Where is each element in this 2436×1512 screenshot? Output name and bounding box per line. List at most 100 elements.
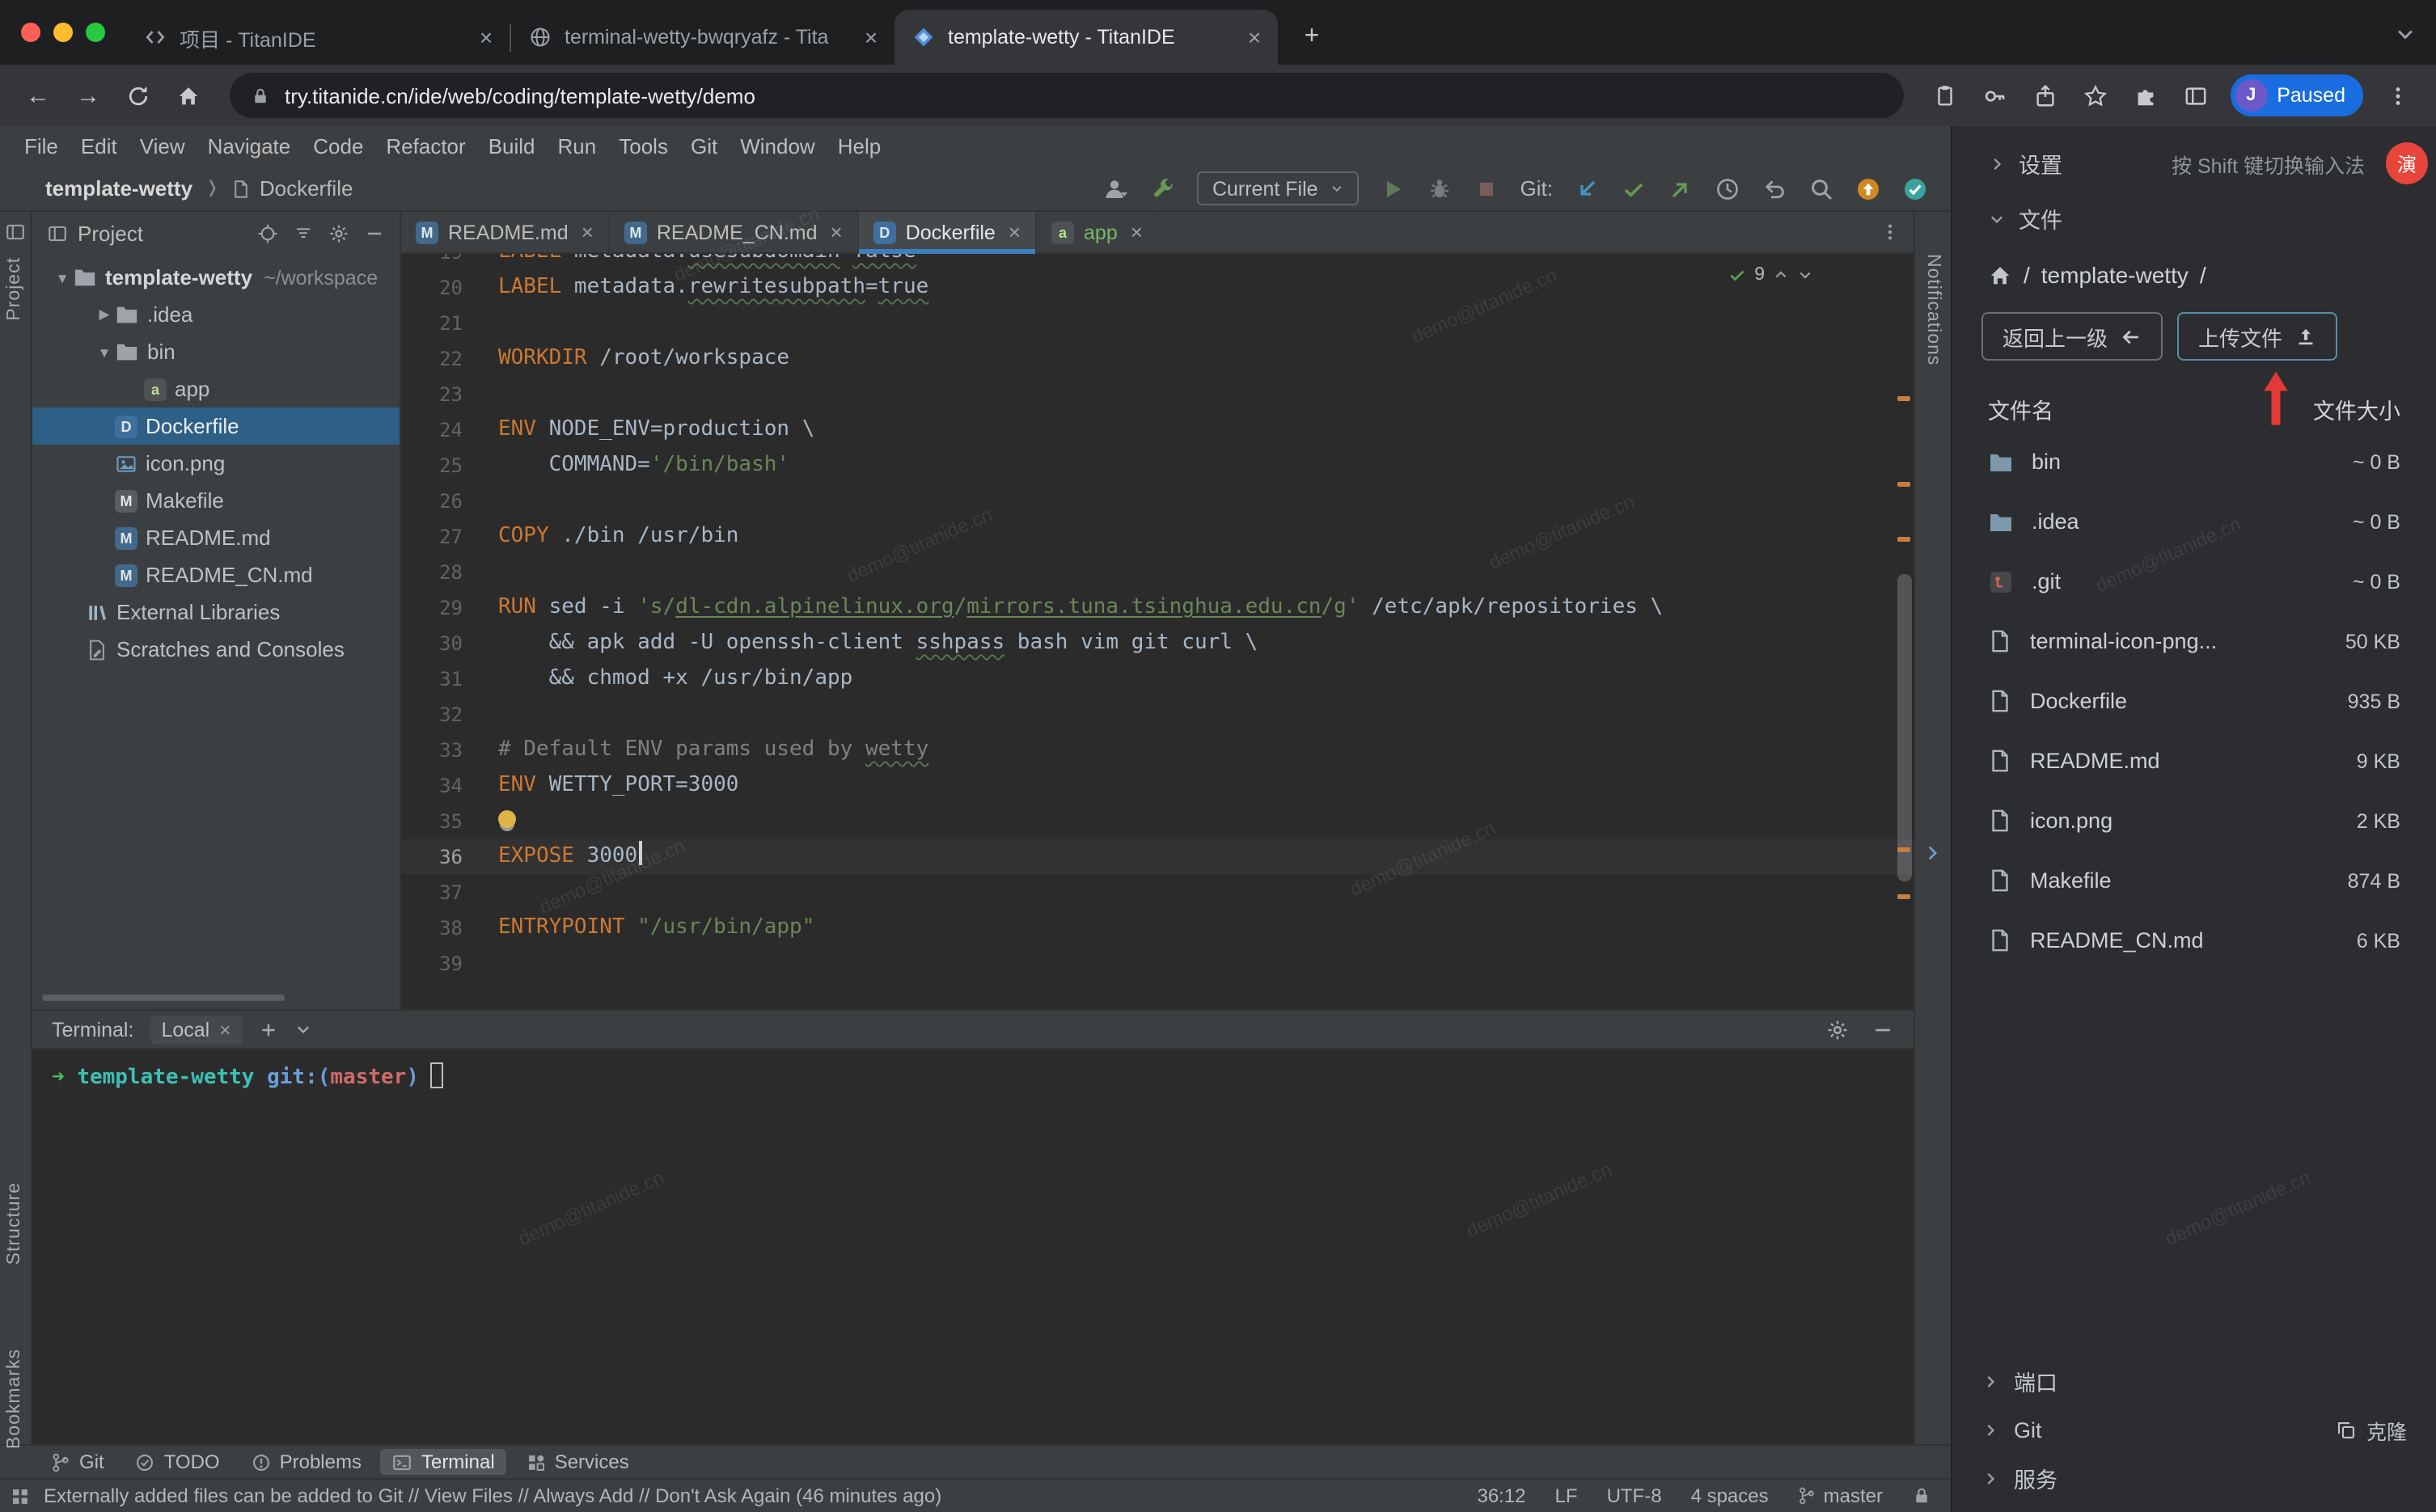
line-separator[interactable]: LF bbox=[1555, 1485, 1578, 1507]
inspections-widget[interactable]: 9 bbox=[1727, 265, 1813, 285]
code-area[interactable]: 19LABEL metadata.usesubdomain=false 20 LAB… bbox=[401, 254, 1914, 1009]
stripe-mark[interactable] bbox=[1897, 894, 1910, 899]
tree-item-readme-md[interactable]: M README.md bbox=[32, 519, 400, 556]
reload-button[interactable] bbox=[116, 74, 160, 117]
path-project[interactable]: template-wetty bbox=[2041, 262, 2189, 288]
breadcrumb-file[interactable]: Dockerfile bbox=[232, 176, 353, 201]
close-tab-button[interactable]: × bbox=[1241, 23, 1268, 51]
editor-tabs-more-icon[interactable] bbox=[1880, 222, 1901, 243]
file-row-bin[interactable]: bin ~ 0 B bbox=[1952, 432, 2436, 492]
terminal-settings-button[interactable] bbox=[1826, 1018, 1849, 1041]
project-stripe-icon[interactable] bbox=[5, 222, 26, 243]
tree-item-dockerfile[interactable]: D Dockerfile bbox=[32, 408, 400, 445]
terminal-output[interactable]: ➜ template-wetty git:(master) bbox=[32, 1050, 1914, 1444]
section-git[interactable]: Git 克隆 bbox=[1952, 1405, 2436, 1454]
code-line[interactable]: 26 bbox=[401, 484, 1914, 519]
close-editor-tab-icon[interactable]: × bbox=[1009, 220, 1021, 244]
update-available-button[interactable] bbox=[1855, 175, 1881, 201]
menu-run[interactable]: Run bbox=[547, 129, 608, 163]
tree-item-bin[interactable]: ▼ bin bbox=[32, 333, 400, 370]
profile-chip[interactable]: J Paused bbox=[2230, 74, 2363, 116]
expand-toolwindow-chevron[interactable] bbox=[1922, 843, 1943, 864]
toolwindow-switcher-icon[interactable] bbox=[10, 1485, 31, 1506]
code-line[interactable]: 31 && chmod +x /usr/bin/app bbox=[401, 661, 1914, 697]
file-row--git[interactable]: .git ~ 0 B bbox=[1952, 551, 2436, 611]
menu-navigate[interactable]: Navigate bbox=[197, 129, 302, 163]
code-line[interactable]: 23 bbox=[401, 377, 1914, 412]
menu-help[interactable]: Help bbox=[827, 129, 893, 163]
debug-button[interactable] bbox=[1427, 175, 1453, 201]
new-tab-button[interactable]: + bbox=[1291, 16, 1333, 58]
menu-refactor[interactable]: Refactor bbox=[374, 129, 476, 163]
go-up-button[interactable]: 返回上一级 bbox=[1981, 312, 2163, 361]
tree-item-app[interactable]: a app bbox=[32, 370, 400, 408]
status-link[interactable]: Don't Ask Again bbox=[655, 1485, 790, 1507]
code-line[interactable]: 20 LABEL metadata.rewritesubpath=true bbox=[401, 270, 1914, 306]
password-key-button[interactable] bbox=[1973, 74, 2016, 117]
tree-item-template-wetty[interactable]: ▼ template-wetty ~/workspace bbox=[32, 259, 400, 296]
menu-window[interactable]: Window bbox=[729, 129, 827, 163]
tree-item-external-libraries[interactable]: External Libraries bbox=[32, 593, 400, 631]
side-panel-button[interactable] bbox=[2173, 74, 2217, 117]
tab-search-button[interactable] bbox=[2394, 23, 2417, 45]
menu-file[interactable]: File bbox=[13, 129, 70, 163]
readonly-lock[interactable] bbox=[1912, 1486, 1931, 1506]
file-row-dockerfile[interactable]: Dockerfile 935 B bbox=[1952, 671, 2436, 731]
code-line[interactable]: 22 WORKDIR /root/workspace bbox=[401, 341, 1914, 377]
menu-code[interactable]: Code bbox=[302, 129, 374, 163]
intention-bulb-icon[interactable] bbox=[498, 810, 516, 828]
code-line[interactable]: 24 ENV NODE_ENV=production \ bbox=[401, 412, 1914, 448]
stripe-project-button[interactable]: Project bbox=[5, 257, 24, 321]
stop-button[interactable] bbox=[1474, 175, 1499, 201]
caret-position[interactable]: 36:12 bbox=[1477, 1485, 1525, 1507]
stripe-notifications-button[interactable]: Notifications bbox=[1923, 254, 1943, 365]
home-icon[interactable] bbox=[1988, 263, 2012, 287]
stripe-mark[interactable] bbox=[1897, 847, 1910, 852]
collapse-all-button[interactable] bbox=[293, 222, 314, 243]
toolwindow-button-terminal[interactable]: Terminal bbox=[380, 1449, 506, 1475]
code-line[interactable]: 39 bbox=[401, 946, 1914, 982]
menu-edit[interactable]: Edit bbox=[70, 129, 129, 163]
tree-item-readme-cn-md[interactable]: M README_CN.md bbox=[32, 556, 400, 593]
tree-item-makefile[interactable]: M Makefile bbox=[32, 482, 400, 519]
undo-button[interactable] bbox=[1761, 175, 1787, 201]
code-line[interactable]: 35 bbox=[401, 804, 1914, 839]
run-button[interactable] bbox=[1380, 175, 1406, 201]
code-line[interactable]: 37 bbox=[401, 875, 1914, 910]
browser-tab[interactable]: terminal-wetty-bwqryafz - Tita × bbox=[511, 10, 894, 65]
upload-file-button[interactable]: 上传文件 bbox=[2177, 312, 2338, 361]
stripe-mark[interactable] bbox=[1897, 537, 1910, 542]
browser-tab[interactable]: 项目 - TitanIDE × bbox=[126, 10, 510, 65]
stripe-bookmarks-button[interactable]: Bookmarks bbox=[5, 1349, 24, 1449]
close-terminal-tab-icon[interactable]: × bbox=[219, 1018, 230, 1041]
file-row-terminal-icon-png-[interactable]: terminal-icon-png... 50 KB bbox=[1952, 611, 2436, 671]
browser-menu-button[interactable] bbox=[2376, 74, 2420, 117]
tree-item-icon-png[interactable]: icon.png bbox=[32, 445, 400, 482]
toolwindow-button-todo[interactable]: TODO bbox=[124, 1449, 231, 1475]
section-端口[interactable]: 端口 bbox=[1952, 1357, 2436, 1405]
code-line[interactable]: 21 bbox=[401, 306, 1914, 341]
minimize-window-button[interactable] bbox=[53, 23, 73, 42]
breadcrumb-project[interactable]: template-wetty bbox=[45, 176, 192, 201]
status-link[interactable]: View Files bbox=[425, 1485, 513, 1507]
git-branch[interactable]: master bbox=[1798, 1485, 1883, 1507]
stripe-structure-button[interactable]: Structure bbox=[5, 1182, 24, 1265]
file-encoding[interactable]: UTF-8 bbox=[1607, 1485, 1662, 1507]
panel-settings-button[interactable] bbox=[328, 222, 349, 243]
close-tab-button[interactable]: × bbox=[472, 23, 500, 51]
extensions-button[interactable] bbox=[2123, 74, 2167, 117]
section-服务[interactable]: 服务 bbox=[1952, 1454, 2436, 1502]
prev-problem-icon[interactable] bbox=[1773, 267, 1789, 283]
home-button[interactable] bbox=[167, 74, 210, 117]
terminal-tab-local[interactable]: Local × bbox=[150, 1015, 243, 1044]
editor-tab-readme-md[interactable]: M README.md × bbox=[401, 212, 610, 252]
chevron-down-icon[interactable]: ▼ bbox=[94, 344, 115, 360]
code-line[interactable]: 34 ENV WETTY_PORT=3000 bbox=[401, 768, 1914, 804]
menu-git[interactable]: Git bbox=[679, 129, 729, 163]
indent-style[interactable]: 4 spaces bbox=[1691, 1485, 1769, 1507]
maximize-window-button[interactable] bbox=[86, 23, 105, 42]
code-line[interactable]: 25 COMMAND='/bin/bash' bbox=[401, 448, 1914, 484]
chevron-down-icon[interactable]: ▼ bbox=[52, 269, 73, 285]
file-row--idea[interactable]: .idea ~ 0 B bbox=[1952, 492, 2436, 551]
toolwindow-button-problems[interactable]: Problems bbox=[239, 1449, 373, 1475]
